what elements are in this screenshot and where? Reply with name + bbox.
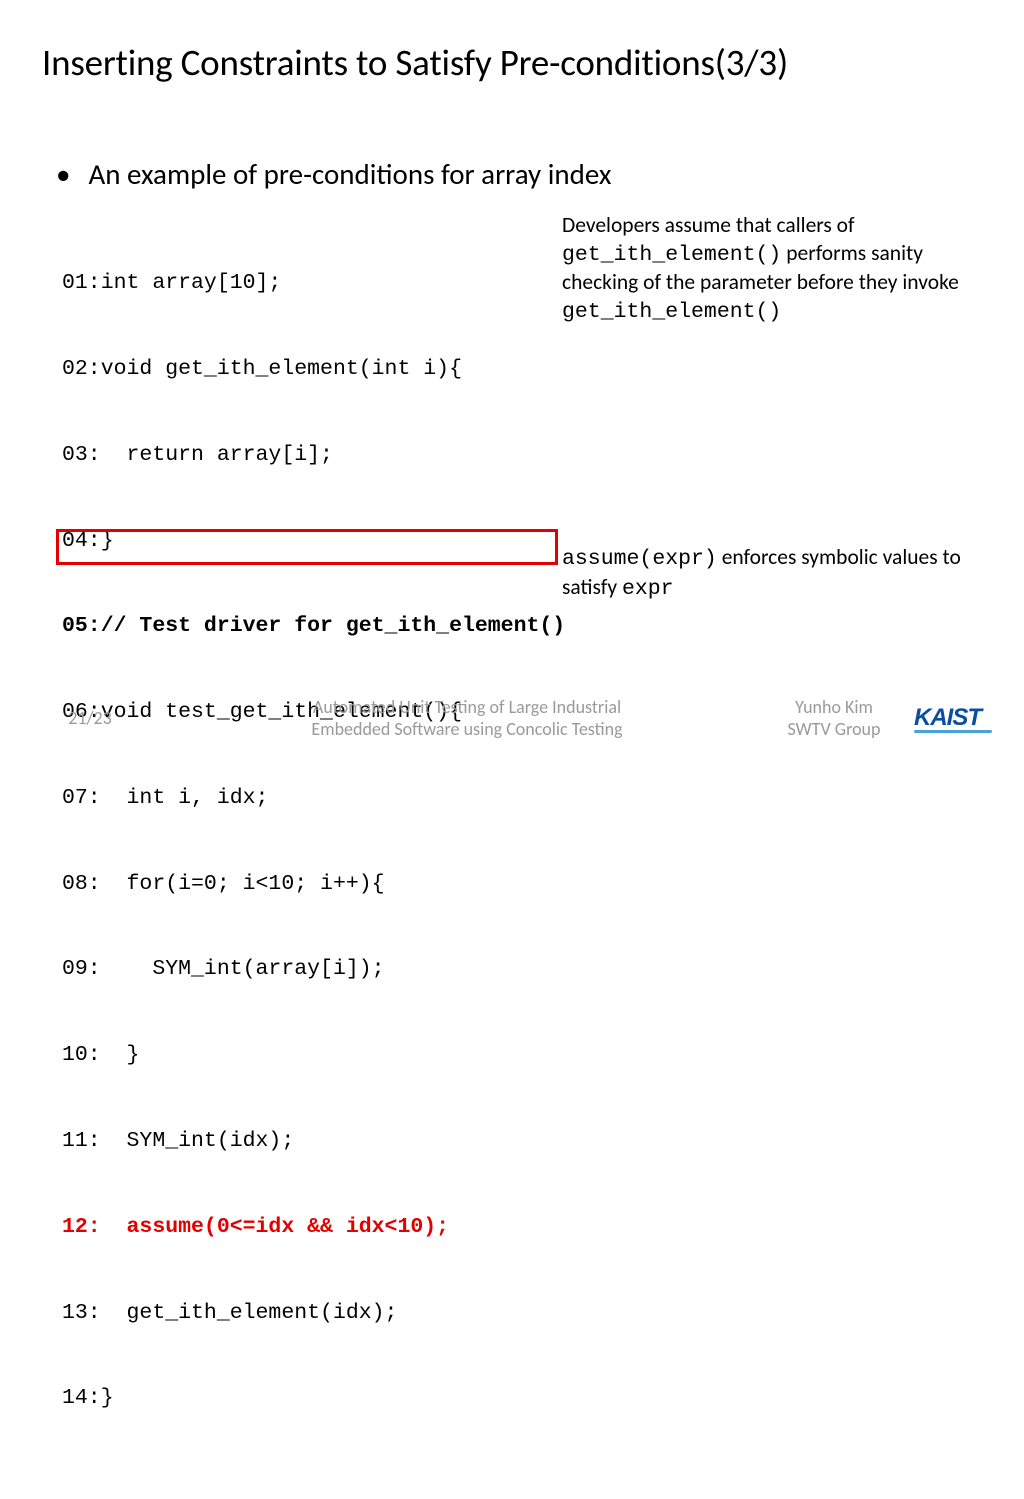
code-line-09: 09: SYM_int(array[i]); xyxy=(62,955,982,984)
slide: Inserting Constraints to Satisfy Pre-con… xyxy=(0,0,1024,768)
bullet-item: • An example of pre-conditions for array… xyxy=(42,157,982,192)
code-line-14: 14:} xyxy=(62,1384,982,1413)
footer: 21/23 Automated Unit Testing of Large In… xyxy=(0,688,1024,748)
footer-author-line2: SWTV Group xyxy=(788,718,881,740)
footer-talk-title: Automated Unit Testing of Large Industri… xyxy=(180,696,754,741)
note2-expr: expr xyxy=(622,577,674,601)
page-number: 21/23 xyxy=(0,707,180,729)
footer-author: Yunho Kim SWTV Group xyxy=(754,696,914,741)
code-line-11: 11: SYM_int(idx); xyxy=(62,1127,982,1156)
code-line-12: 12: assume(0<=idx && idx<10); xyxy=(62,1213,982,1242)
footer-author-line1: Yunho Kim xyxy=(795,696,873,718)
footer-talk-line1: Automated Unit Testing of Large Industri… xyxy=(313,696,621,718)
code-line-02: 02:void get_ith_element(int i){ xyxy=(62,355,982,384)
code-line-08: 08: for(i=0; i<10; i++){ xyxy=(62,870,982,899)
note1-fn1: get_ith_element() xyxy=(562,243,781,267)
slide-title: Inserting Constraints to Satisfy Pre-con… xyxy=(42,40,982,85)
content-area: 01:int array[10]; 02:void get_ith_elemen… xyxy=(62,212,982,1499)
note-developers: Developers assume that callers of get_it… xyxy=(562,212,1002,326)
code-line-05: 05:// Test driver for get_ith_element() xyxy=(62,612,982,641)
footer-logo: KAIST xyxy=(914,704,1024,733)
note2-fn: assume(expr) xyxy=(562,547,717,571)
bullet-text: An example of pre-conditions for array i… xyxy=(88,157,611,192)
code-block: 01:int array[10]; 02:void get_ith_elemen… xyxy=(62,212,982,1499)
code-line-07: 07: int i, idx; xyxy=(62,784,982,813)
note-assume: assume(expr) enforces symbolic values to… xyxy=(562,544,992,603)
note1-fn2: get_ith_element() xyxy=(562,300,781,324)
code-line-03: 03: return array[i]; xyxy=(62,441,982,470)
bullet-dot: • xyxy=(56,157,70,192)
footer-talk-line2: Embedded Software using Concolic Testing xyxy=(311,718,622,740)
code-line-10: 10: } xyxy=(62,1041,982,1070)
kaist-logo-text: KAIST xyxy=(914,704,981,731)
code-line-13: 13: get_ith_element(idx); xyxy=(62,1299,982,1328)
note1-text1: Developers assume that callers of xyxy=(562,212,855,238)
